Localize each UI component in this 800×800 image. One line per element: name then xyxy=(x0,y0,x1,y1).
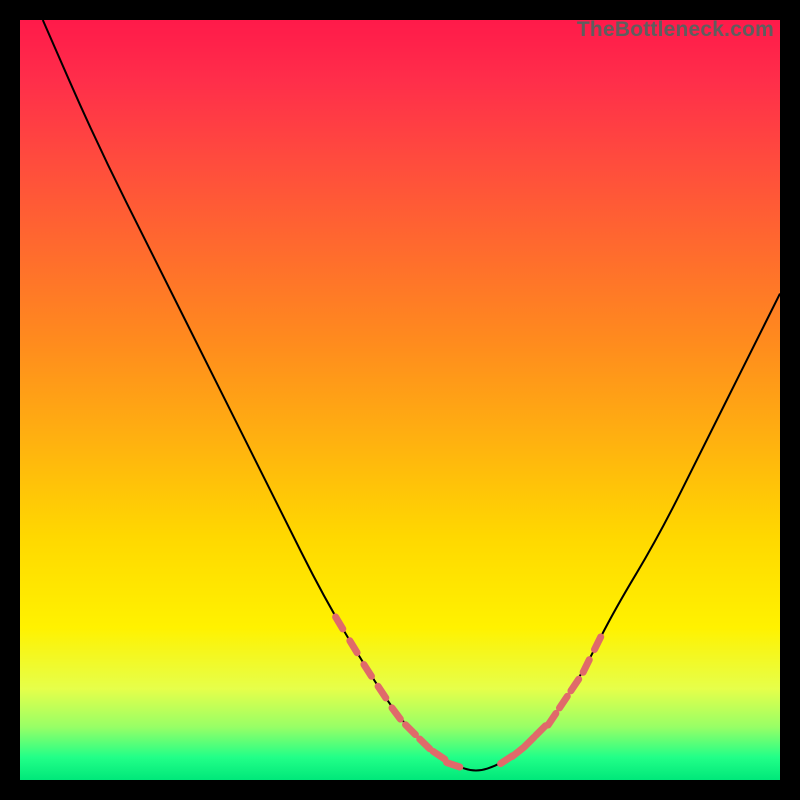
dash-segment xyxy=(548,713,556,725)
dash-segment xyxy=(524,737,534,747)
plot-area: TheBottleneck.com xyxy=(20,20,780,780)
dash-segment xyxy=(571,679,579,691)
dash-segment xyxy=(406,725,416,735)
dash-segment xyxy=(447,763,460,767)
bottleneck-curve-path xyxy=(43,20,780,771)
dash-right-group xyxy=(501,637,601,764)
dash-segment xyxy=(560,696,568,708)
dash-segment xyxy=(350,641,357,653)
dash-left-group xyxy=(336,617,460,767)
curve-layer xyxy=(20,20,780,780)
dash-segment xyxy=(336,617,343,629)
chart-frame: TheBottleneck.com xyxy=(0,0,800,800)
dash-segment xyxy=(433,751,445,759)
dash-segment xyxy=(392,708,400,719)
dash-segment xyxy=(420,739,430,749)
dash-segment xyxy=(583,660,589,673)
dash-segment xyxy=(536,726,546,736)
dash-segment xyxy=(595,637,601,650)
dash-segment xyxy=(378,686,386,698)
dash-segment xyxy=(364,665,372,677)
